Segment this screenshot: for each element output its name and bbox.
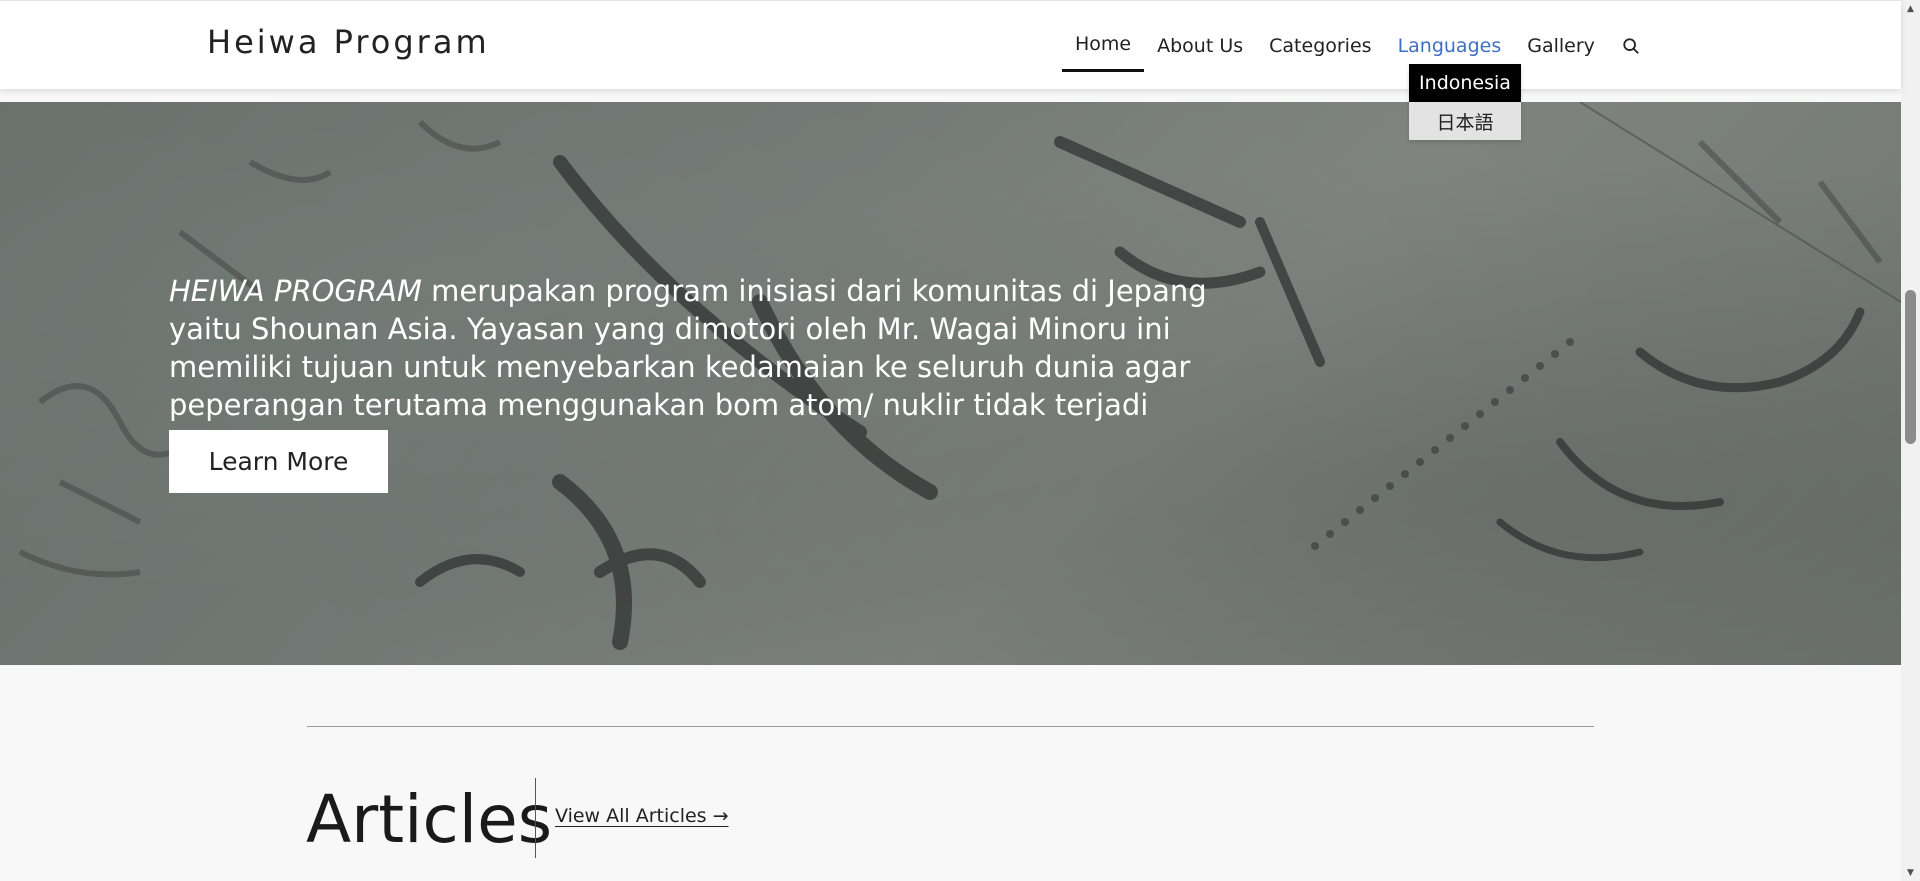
languages-dropdown: Indonesia 日本語 <box>1409 64 1521 140</box>
language-option-japanese[interactable]: 日本語 <box>1409 102 1521 140</box>
nav-categories[interactable]: Categories <box>1256 1 1384 90</box>
view-all-articles-link[interactable]: View All Articles → <box>555 805 729 827</box>
main-nav: Home About Us Categories Languages Galle… <box>1062 1 1654 90</box>
scroll-down-arrow-icon[interactable]: ▼ <box>1901 864 1920 881</box>
nav-about-us[interactable]: About Us <box>1144 1 1256 90</box>
learn-more-button[interactable]: Learn More <box>169 430 388 493</box>
scroll-thumb[interactable] <box>1905 290 1916 444</box>
site-header: Heiwa Program Home About Us Categories L… <box>0 0 1901 89</box>
scroll-up-arrow-icon[interactable]: ▲ <box>1901 0 1920 17</box>
site-logo[interactable]: Heiwa Program <box>207 23 490 61</box>
articles-heading: Articles <box>306 781 553 858</box>
hero-brand-emphasis: HEIWA PROGRAM <box>169 274 422 308</box>
nav-home[interactable]: Home <box>1062 1 1145 90</box>
language-option-indonesia[interactable]: Indonesia <box>1409 64 1521 102</box>
search-icon <box>1623 37 1639 54</box>
section-divider <box>307 726 1594 727</box>
hero-banner: HEIWA PROGRAM merupakan program inisiasi… <box>0 102 1901 665</box>
page: Heiwa Program Home About Us Categories L… <box>0 0 1920 881</box>
nav-gallery[interactable]: Gallery <box>1514 1 1608 90</box>
heading-separator <box>535 778 536 858</box>
page-scrollbar[interactable]: ▲ ▼ <box>1901 0 1920 881</box>
search-button[interactable] <box>1608 1 1654 90</box>
